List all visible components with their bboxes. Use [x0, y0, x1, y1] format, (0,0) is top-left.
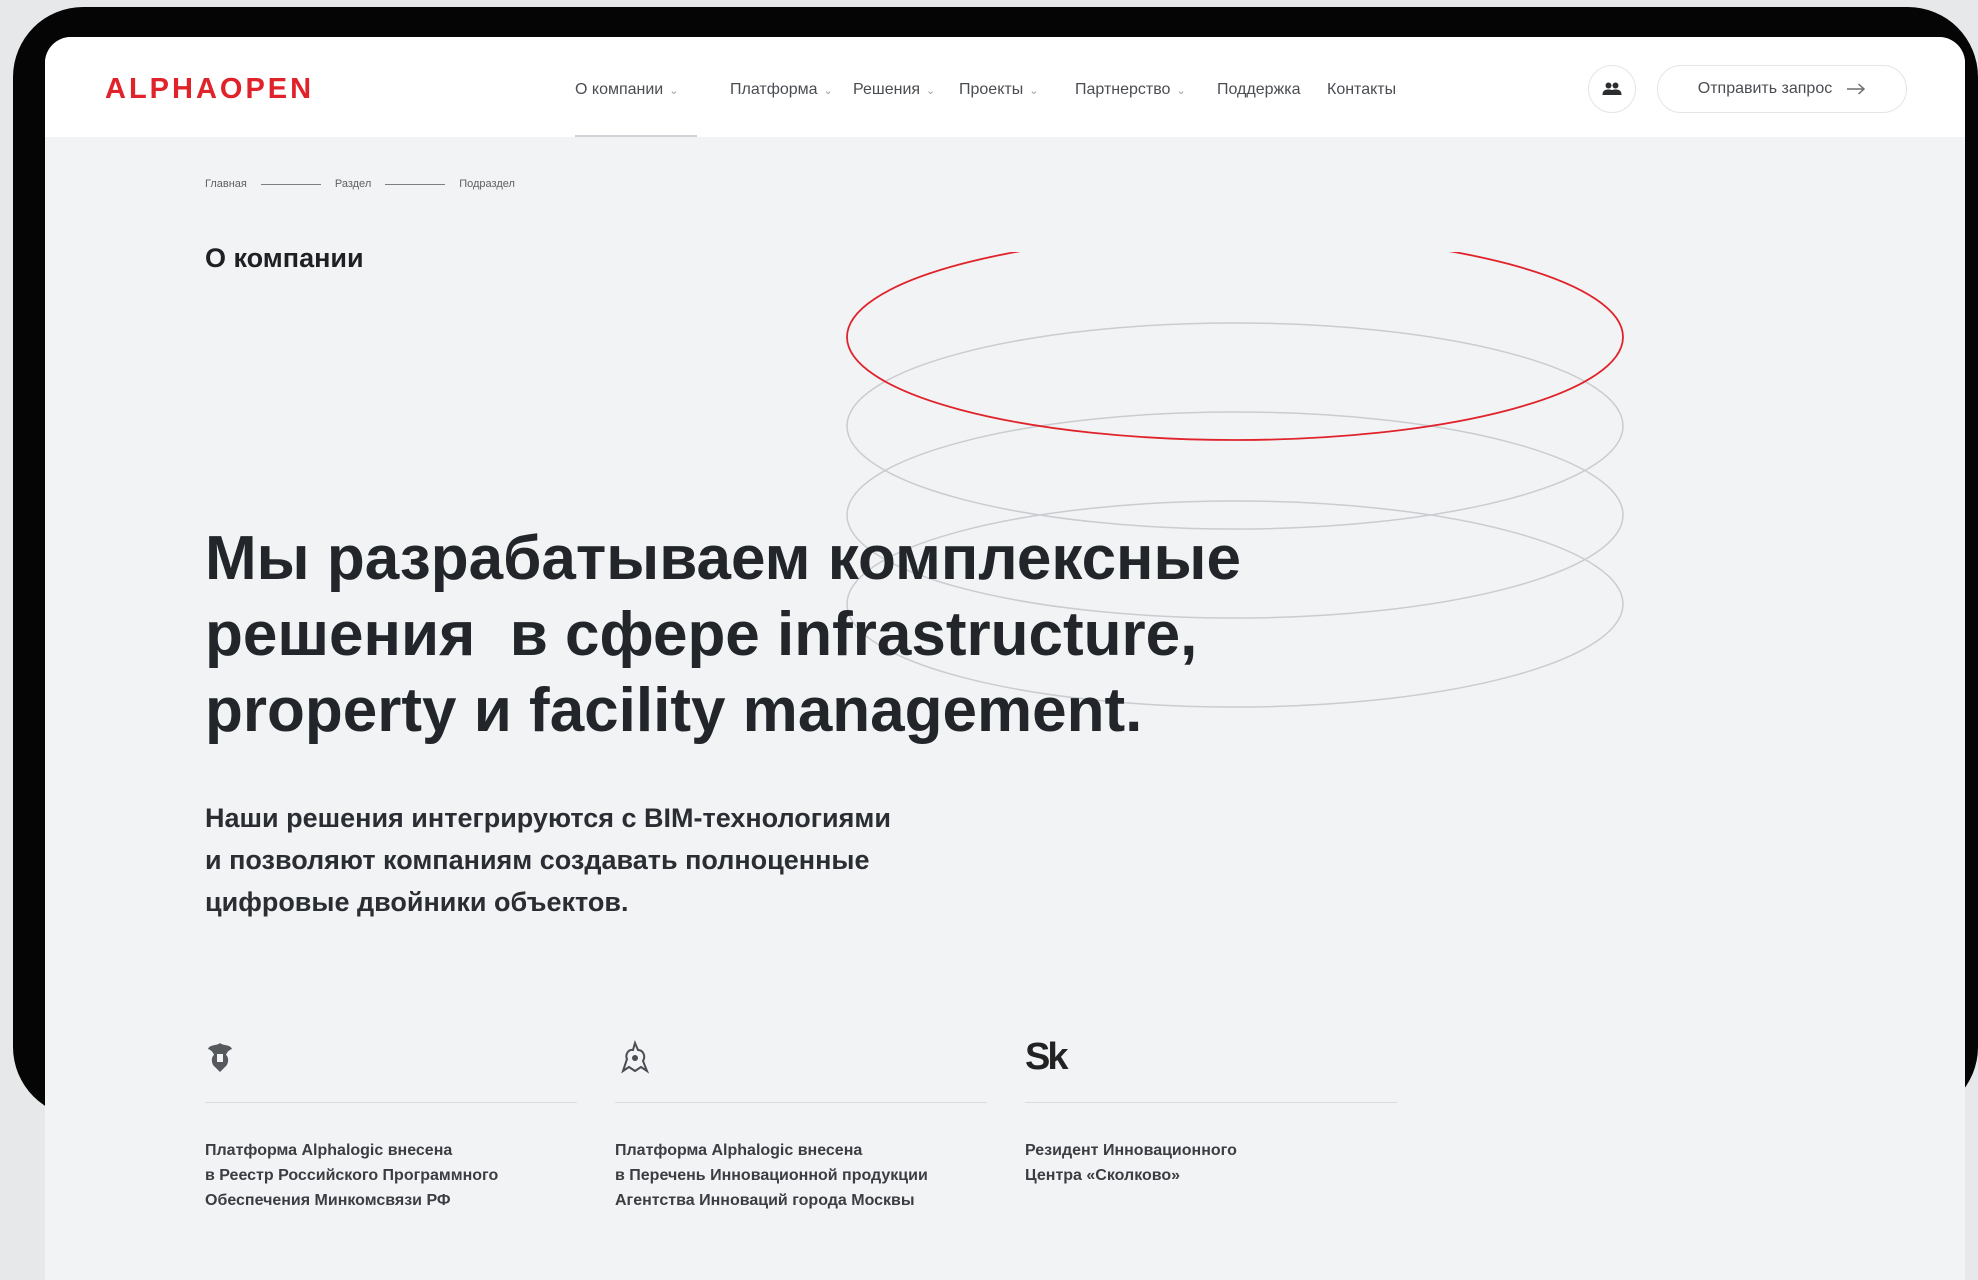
nav-item-label: Контакты [1327, 81, 1397, 98]
badge-divider [1025, 1102, 1397, 1103]
chevron-down-icon: ⌄ [1029, 85, 1039, 97]
badge-divider [615, 1102, 987, 1103]
nav-item-contacts[interactable]: Контакты [1327, 81, 1396, 99]
account-button[interactable] [1588, 65, 1636, 113]
alphaopen-logo[interactable]: ALPHAOPEN [105, 73, 314, 106]
nav-item-support[interactable]: Поддержка [1217, 81, 1300, 99]
chevron-down-icon: ⌄ [926, 85, 936, 97]
nav-item-label: О компании [575, 81, 664, 98]
nav-item-solutions[interactable]: Решения ⌄ [853, 81, 935, 99]
nav-item-label: Партнерство [1075, 81, 1171, 98]
chevron-down-icon: ⌄ [1176, 85, 1186, 97]
chevron-down-icon: ⌄ [823, 85, 833, 97]
breadcrumb-subsection: Подраздел [459, 178, 515, 190]
badge-moscow: Платформа Alphalogic внесена в Перечень … [615, 1037, 987, 1213]
breadcrumb-separator [260, 183, 321, 185]
decorative-ring [846, 322, 1624, 530]
russian-emblem-icon [205, 1037, 577, 1077]
breadcrumb-section[interactable]: Раздел [335, 178, 371, 190]
skolkovo-logo-text: Sk [1025, 1035, 1069, 1078]
badge-text: Резидент Инновационного Центра «Сколково… [1025, 1142, 1237, 1184]
skolkovo-logo-icon: Sk [1025, 1035, 1397, 1078]
breadcrumb: Главная Раздел Подраздел [205, 178, 515, 190]
nav-item-label: Платформа [730, 81, 818, 98]
nav-item-platform[interactable]: Платформа ⌄ [730, 81, 833, 99]
send-request-label: Отправить запрос [1697, 80, 1833, 97]
badge-skolkovo: Sk Резидент Инновационного Центра «Сколк… [1025, 1035, 1397, 1188]
badge-text: Платформа Alphalogic внесена в Перечень … [615, 1142, 928, 1209]
chevron-down-icon: ⌄ [669, 85, 679, 97]
nav-active-indicator [575, 135, 697, 137]
badge-text: Платформа Alphalogic внесена в Реестр Ро… [205, 1142, 499, 1209]
nav-item-label: Решения [853, 81, 921, 98]
badge-registry: Платформа Alphalogic внесена в Реестр Ро… [205, 1037, 577, 1213]
users-icon [1602, 82, 1622, 95]
hero-lead: Наши решения интегрируются с BIM-техноло… [205, 803, 891, 917]
badge-divider [205, 1102, 577, 1103]
browser-screen: ALPHAOPEN О компании ⌄ Платформа ⌄ Решения… [45, 37, 1965, 1280]
nav-item-label: Проекты [959, 81, 1024, 98]
nav-item-label: Поддержка [1217, 81, 1301, 98]
page-title: О компании [205, 243, 364, 273]
nav-item-partnership[interactable]: Партнерство ⌄ [1075, 81, 1186, 99]
arrow-right-icon [1847, 83, 1866, 95]
nav-item-projects[interactable]: Проекты ⌄ [959, 81, 1038, 99]
breadcrumb-home[interactable]: Главная [205, 178, 247, 190]
moscow-emblem-icon [615, 1037, 987, 1077]
breadcrumb-separator [385, 183, 446, 185]
hero-headline: Мы разрабатываем комплексные решения в с… [205, 524, 1241, 745]
nav-item-about[interactable]: О компании ⌄ [575, 81, 678, 99]
site-header: ALPHAOPEN О компании ⌄ Платформа ⌄ Решения… [45, 37, 1965, 137]
send-request-button[interactable]: Отправить запрос [1657, 65, 1907, 113]
